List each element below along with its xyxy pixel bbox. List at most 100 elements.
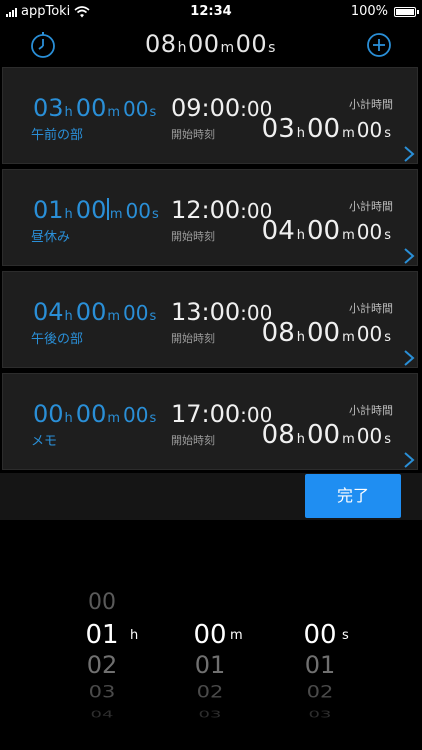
done-button[interactable]: 完了 — [305, 474, 401, 518]
picker-value: 04 — [90, 708, 114, 721]
s-unit: s — [384, 126, 391, 141]
h-unit: h — [296, 330, 305, 345]
chevron-right-icon[interactable] — [403, 451, 415, 469]
start-time-label: 開始時刻 — [171, 230, 215, 243]
subtotal-time: 08 h00 m 00 s — [262, 420, 393, 450]
chevron-right-icon[interactable] — [403, 247, 415, 265]
subtotal-label: 小計時間 — [349, 302, 393, 315]
m-unit: m — [107, 309, 121, 324]
chevron-right-icon[interactable] — [403, 349, 415, 367]
status-right: 100% — [351, 4, 419, 19]
start-time: 09:00:00 — [171, 94, 272, 122]
total-minutes: 00 — [187, 30, 220, 58]
subtotal-minutes: 00 — [307, 216, 341, 246]
start-time: 12:00:00 — [171, 196, 272, 224]
m-unit: m — [107, 105, 121, 120]
subtotal-hours: 03 — [261, 114, 295, 144]
picker-column-seconds[interactable]: 00 s 01 02 03 — [290, 520, 370, 750]
total-hours: 08 — [145, 30, 177, 58]
subtotal-time: 04 h00 m 00 s — [262, 216, 393, 246]
time-picker: 00 01 h 02 03 04 00 m 01 02 03 00 s 01 0… — [0, 520, 422, 750]
start-hm: 12:00 — [171, 196, 241, 224]
subtotal-hours: 04 — [261, 216, 295, 246]
chevron-right-icon[interactable] — [403, 145, 415, 163]
segment-card[interactable]: 00h 00m 00s メモ 17:00:00 開始時刻 小計時間 08 h00 m 00… — [2, 373, 418, 470]
duration-hours: 00 — [33, 400, 64, 428]
start-hm: 09:00 — [171, 94, 241, 122]
duration-minutes: 00 — [75, 196, 107, 224]
duration-minutes: 00 — [75, 400, 107, 428]
total-s-unit: s — [268, 40, 276, 56]
status-bar: appToki 12:34 100% — [0, 0, 422, 22]
duration-seconds: 00 — [123, 403, 149, 427]
segment-duration[interactable]: 00h 00m 00s — [33, 400, 159, 428]
picker-value: 00 — [88, 590, 116, 615]
segment-name[interactable]: 昼休み — [31, 226, 70, 245]
subtotal-label: 小計時間 — [349, 200, 393, 213]
picker-value: 01 — [304, 651, 336, 679]
battery-icon — [394, 6, 419, 17]
segment-card[interactable]: 03h 00m 00s 午前の部 09:00:00 開始時刻 小計時間 03 h00 m… — [2, 67, 418, 164]
s-unit: s — [384, 228, 391, 243]
picker-unit-h: h — [130, 628, 139, 643]
duration-minutes: 00 — [75, 298, 107, 326]
segment-card[interactable]: 04h 00m 00s 午後の部 13:00:00 開始時刻 小計時間 08 h00 m… — [2, 271, 418, 368]
segment-duration[interactable]: 03h 00m 00s — [33, 94, 159, 122]
subtotal-hours: 08 — [261, 420, 295, 450]
duration-minutes: 00 — [75, 94, 107, 122]
m-unit: m — [342, 432, 355, 447]
start-time-label: 開始時刻 — [171, 434, 215, 447]
picker-selected-seconds: 00 — [303, 620, 337, 650]
duration-hours: 04 — [33, 298, 64, 326]
duration-seconds: 00 — [123, 301, 149, 325]
h-unit: h — [296, 126, 305, 141]
duration-hours: 03 — [33, 94, 64, 122]
h-unit: h — [64, 105, 73, 120]
segment-card[interactable]: 01h 00 m 00s 昼休み 12:00:00 開始時刻 小計時間 04 h00 m 0… — [2, 169, 418, 266]
picker-unit-m: m — [230, 628, 243, 643]
segment-name[interactable]: 午前の部 — [31, 124, 83, 143]
m-unit: m — [342, 228, 355, 243]
segment-duration[interactable]: 01h 00 m 00s — [33, 196, 162, 224]
s-unit: s — [149, 411, 157, 426]
nav-bar: 08h00m00s — [0, 24, 422, 64]
h-unit: h — [64, 207, 73, 222]
subtotal-seconds: 00 — [356, 322, 383, 346]
m-unit: m — [342, 330, 355, 345]
duration-seconds: 00 — [125, 199, 151, 223]
segment-duration[interactable]: 04h 00m 00s — [33, 298, 159, 326]
start-hm: 17:00 — [171, 400, 241, 428]
m-unit: m — [107, 411, 121, 426]
picker-value: 02 — [86, 651, 118, 679]
s-unit: s — [384, 330, 391, 345]
m-unit: m — [109, 207, 123, 222]
add-circle-icon[interactable] — [364, 30, 394, 60]
s-unit: s — [149, 309, 157, 324]
segment-name[interactable]: メモ — [31, 430, 57, 449]
subtotal-label: 小計時間 — [349, 98, 393, 111]
segment-name[interactable]: 午後の部 — [31, 328, 83, 347]
picker-unit-s: s — [342, 628, 349, 643]
h-unit: h — [296, 432, 305, 447]
picker-selected-hours: 01 — [85, 620, 119, 650]
s-unit: s — [151, 207, 159, 222]
total-seconds: 00 — [235, 30, 268, 58]
picker-value: 01 — [194, 651, 226, 679]
subtotal-label: 小計時間 — [349, 404, 393, 417]
subtotal-seconds: 00 — [356, 220, 383, 244]
subtotal-hours: 08 — [261, 318, 295, 348]
subtotal-seconds: 00 — [356, 118, 383, 142]
total-m-unit: m — [220, 40, 235, 56]
picker-value: 02 — [306, 682, 334, 702]
h-unit: h — [64, 309, 73, 324]
picker-column-minutes[interactable]: 00 m 01 02 03 — [180, 520, 260, 750]
m-unit: m — [342, 126, 355, 141]
total-time: 08h00m00s — [0, 30, 422, 58]
text-cursor — [107, 198, 109, 220]
picker-column-hours[interactable]: 00 01 h 02 03 04 — [72, 520, 152, 750]
duration-seconds: 00 — [123, 97, 149, 121]
start-time: 17:00:00 — [171, 400, 272, 428]
s-unit: s — [149, 105, 157, 120]
duration-hours: 01 — [33, 196, 64, 224]
picker-value: 03 — [308, 708, 332, 721]
